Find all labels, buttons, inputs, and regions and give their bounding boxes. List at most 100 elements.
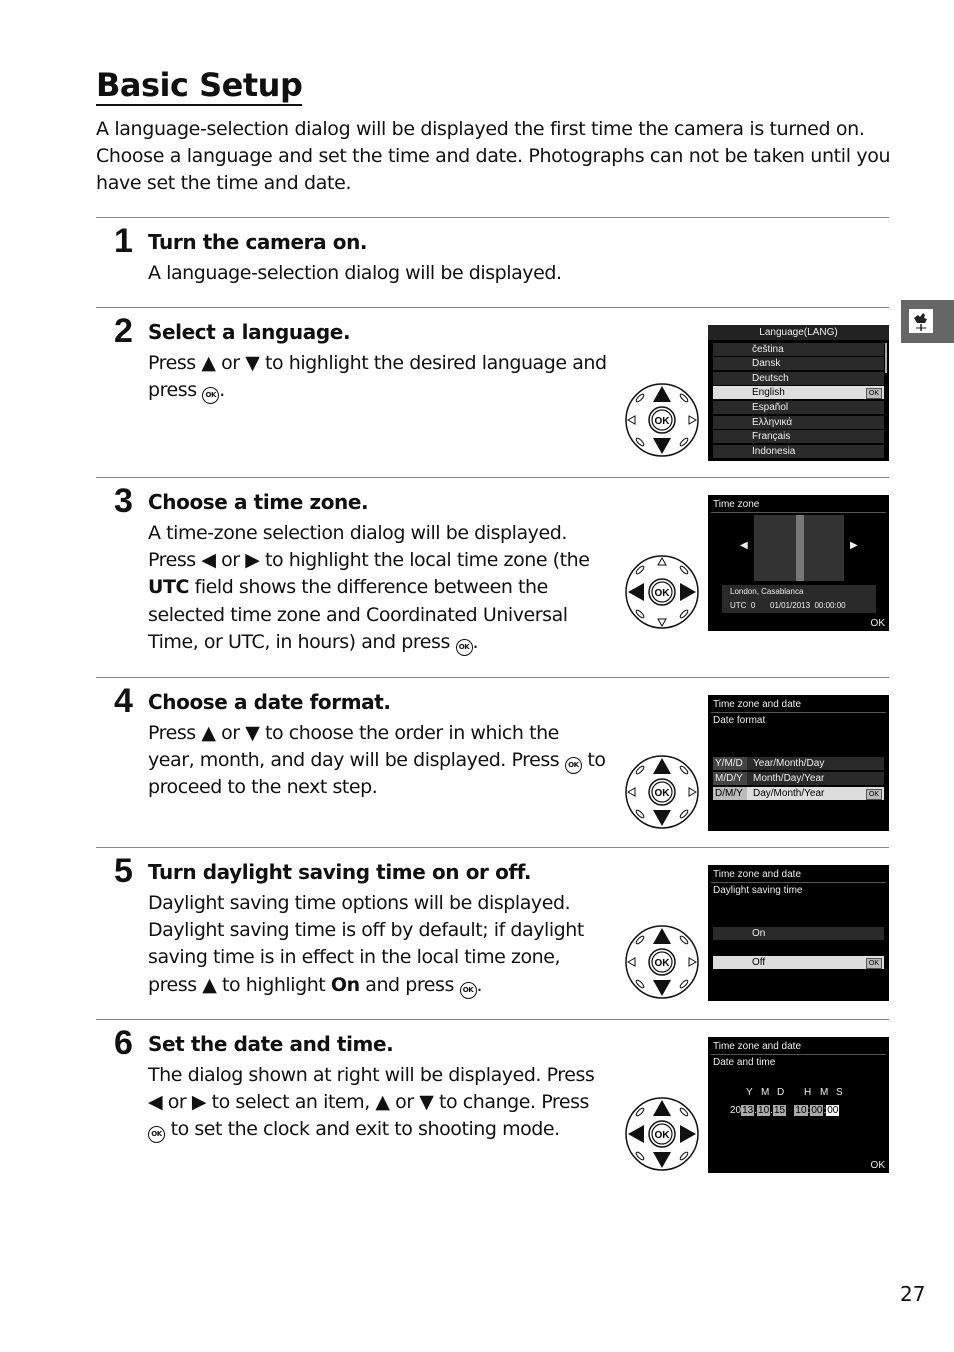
step-3: 3 Choose a time zone. A time-zone select…	[96, 477, 889, 678]
field-label: Y	[746, 1087, 753, 1098]
world-map	[754, 515, 844, 581]
setup-section-tab	[901, 300, 954, 343]
date-time-screen: Time zone and date Date and time Y M D H…	[708, 1037, 889, 1173]
field-label: S	[836, 1087, 843, 1098]
step-body: A time-zone selection dialog will be dis…	[148, 520, 610, 656]
step-text: A time-zone selection dialog will be dis…	[148, 522, 590, 572]
screen-subheader: Date format	[713, 715, 766, 726]
date-format-screen: Time zone and date Date format Y/M/D Year…	[708, 695, 889, 831]
step-4: 4 Choose a date format. Press ▲ or ▼ to …	[96, 677, 889, 848]
minute-field[interactable]: 00	[810, 1105, 824, 1116]
step-text: The dialog shown at right will be displa…	[148, 1064, 595, 1114]
step-5: 5 Turn daylight saving time on or off. D…	[96, 847, 889, 1020]
step-number: 2	[114, 312, 133, 350]
step-text: field shows the difference between the s…	[148, 576, 568, 653]
field-label: M	[761, 1087, 770, 1098]
multi-selector-left-right-icon: OK	[625, 555, 699, 629]
ok-badge: OK	[865, 388, 882, 399]
ok-button-icon: OK	[459, 981, 477, 999]
date-format-option[interactable]: Y/M/D Year/Month/Day	[713, 757, 884, 770]
ok-button-icon: OK	[564, 757, 582, 775]
format-label: Year/Month/Day	[753, 758, 825, 769]
date-time-values: 2013.10.15 10:00:00	[730, 1105, 840, 1116]
step-text: .	[219, 379, 225, 402]
year-field[interactable]: 13	[741, 1105, 755, 1116]
screen-header: Time zone and date	[713, 1041, 802, 1052]
option-label: English	[752, 387, 785, 398]
option-label: Off	[752, 957, 766, 968]
screen-header: Time zone and date	[713, 699, 802, 710]
date-format-option-selected[interactable]: D/M/Y Day/Month/Year OK	[713, 787, 884, 800]
multi-selector-up-down-icon: OK	[625, 383, 699, 457]
svg-text:OK: OK	[655, 588, 671, 599]
day-field[interactable]: 15	[772, 1105, 787, 1116]
step-body: Daylight saving time options will be dis…	[148, 890, 610, 999]
ok-hint: OK	[870, 618, 885, 629]
step-title: Turn daylight saving time on or off.	[148, 860, 532, 884]
field-label: H	[804, 1087, 812, 1098]
ok-button-icon: OK	[202, 387, 220, 405]
screen-header: Language(LANG)	[708, 325, 889, 340]
second-field-selected[interactable]: 00	[826, 1105, 840, 1116]
divider	[711, 882, 886, 883]
language-option[interactable]: Ελληνικά	[713, 416, 884, 429]
hour-field[interactable]: 10	[794, 1105, 808, 1116]
step-title: Turn the camera on.	[148, 230, 368, 254]
ok-button-icon: OK	[455, 638, 473, 656]
screen-subheader: Daylight saving time	[713, 885, 803, 896]
step-text: .	[472, 630, 479, 653]
weathervane-icon	[909, 309, 933, 333]
dst-option-selected[interactable]: Off OK	[713, 956, 884, 969]
step-number: 6	[114, 1024, 133, 1062]
step-title: Select a language.	[148, 320, 351, 344]
svg-text:OK: OK	[655, 1130, 671, 1141]
language-option[interactable]: Dansk	[713, 357, 884, 370]
timezone-highlight-band	[796, 515, 804, 581]
step-text-bold: On	[330, 973, 360, 996]
screen-header: Time zone	[713, 499, 760, 510]
language-option[interactable]: Indonesia	[713, 445, 884, 458]
language-option[interactable]: Español	[713, 401, 884, 414]
left-arrow-icon[interactable]: ◀	[740, 540, 748, 551]
step-text: A language-selection dialog will be disp…	[148, 262, 562, 284]
screen-subheader: Date and time	[713, 1057, 776, 1068]
step-text-bold: UTC	[148, 576, 189, 599]
language-option[interactable]: čeština	[713, 343, 884, 356]
multi-selector-up-down-icon: OK	[625, 925, 699, 999]
intro-paragraph: A language-selection dialog will be disp…	[96, 118, 891, 194]
multi-selector-four-way-icon: OK	[625, 1097, 699, 1171]
multi-selector-up-down-icon: OK	[625, 755, 699, 829]
dst-option[interactable]: On	[713, 927, 884, 940]
ok-badge: OK	[865, 958, 882, 969]
ok-button-icon: OK	[148, 1126, 165, 1144]
divider	[711, 1054, 886, 1055]
page-number: 27	[900, 1282, 926, 1306]
ok-badge: OK	[865, 789, 882, 800]
language-option[interactable]: Français	[713, 430, 884, 443]
step-title: Set the date and time.	[148, 1032, 394, 1056]
utc-label: UTC 0	[730, 601, 756, 610]
language-option-selected[interactable]: English OK	[713, 386, 884, 399]
step-text: .	[476, 973, 483, 996]
step-number: 4	[114, 682, 133, 720]
field-label: M	[820, 1087, 829, 1098]
step-text: Press ▲ or ▼ to choose the order in whic…	[148, 722, 565, 772]
scrollbar[interactable]	[885, 343, 887, 373]
right-arrow-icon[interactable]: ▶	[850, 540, 858, 551]
format-label: Day/Month/Year	[753, 788, 825, 799]
step-number: 3	[114, 482, 133, 520]
step-1: 1 Turn the camera on. A language-selecti…	[96, 217, 889, 308]
ok-hint: OK	[870, 1160, 885, 1171]
timezone-info-box: London, Casablanca UTC 0 01/01/2013 00:0…	[722, 585, 876, 613]
step-number: 1	[114, 222, 133, 260]
date-format-option[interactable]: M/D/Y Month/Day/Year	[713, 772, 884, 785]
svg-text:OK: OK	[655, 416, 671, 427]
month-field[interactable]: 10	[757, 1105, 771, 1116]
divider	[711, 512, 886, 513]
format-code: Y/M/D	[713, 757, 747, 770]
language-option[interactable]: Deutsch	[713, 372, 884, 385]
datetime-label: 01/01/2013 00:00:00	[770, 601, 846, 610]
step-number: 5	[114, 852, 133, 890]
format-code: D/M/Y	[713, 787, 747, 800]
format-code: M/D/Y	[713, 772, 747, 785]
